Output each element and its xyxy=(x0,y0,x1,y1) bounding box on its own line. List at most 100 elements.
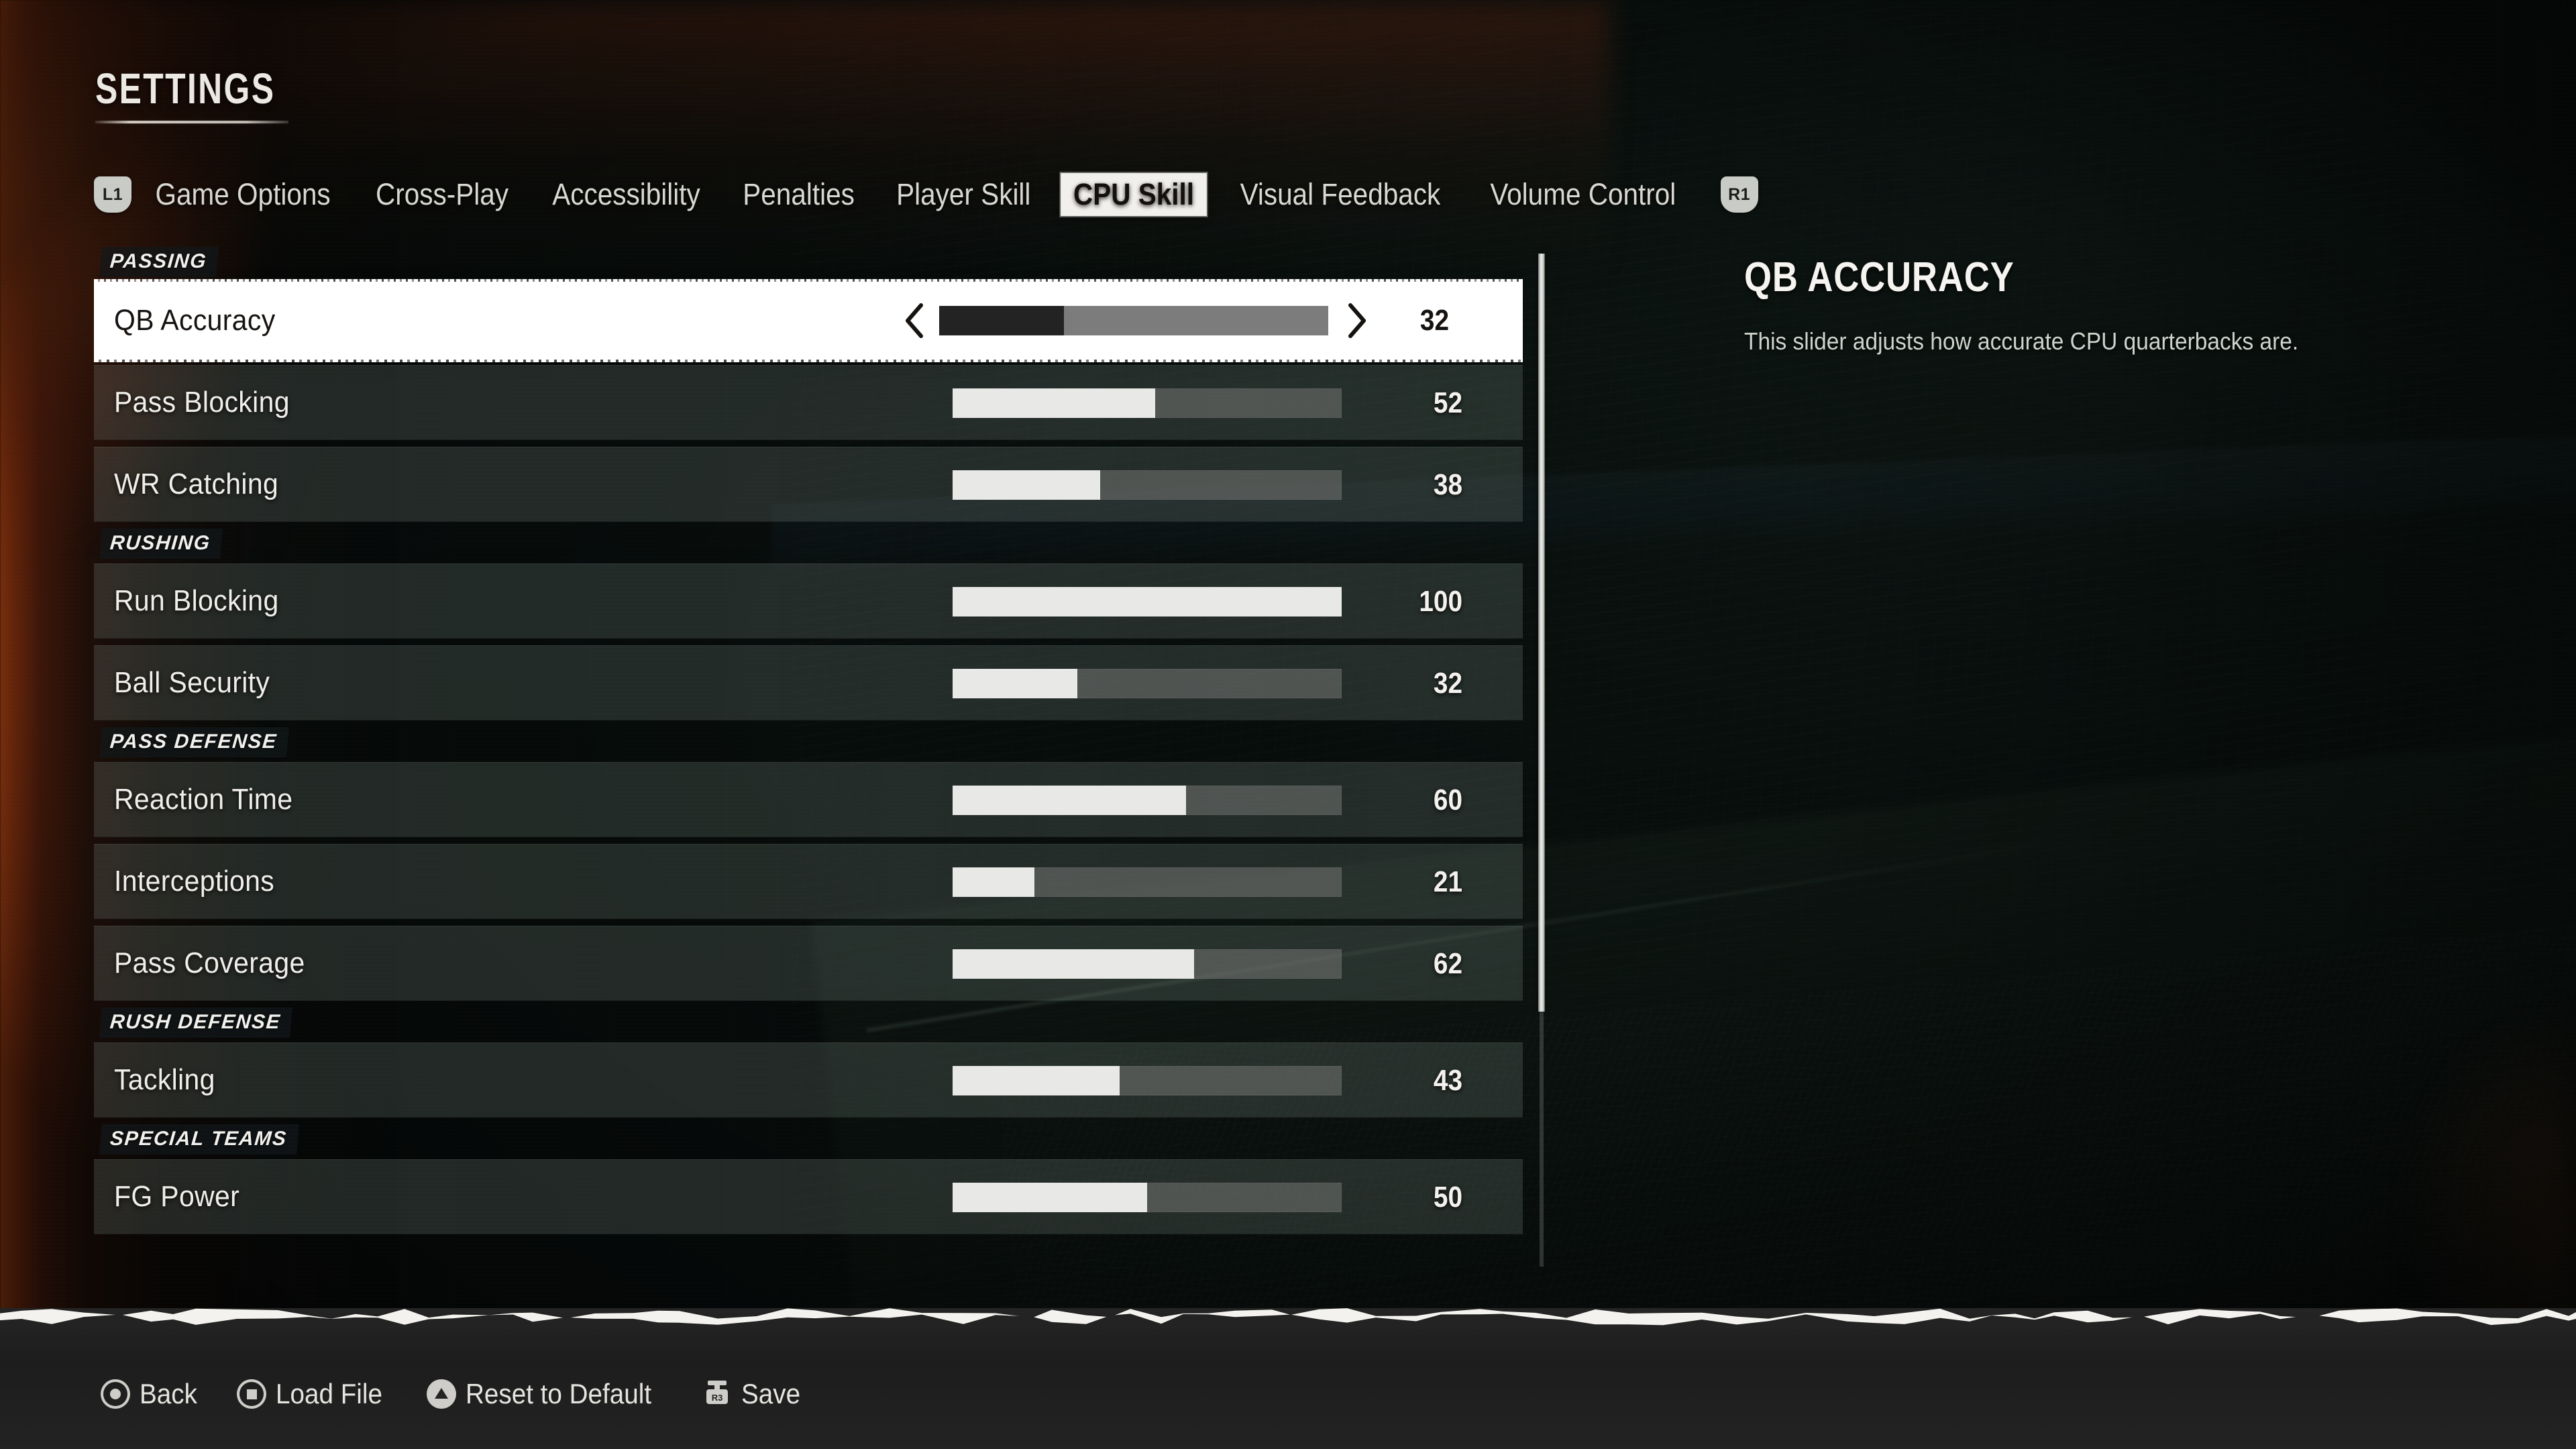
slider-track[interactable] xyxy=(953,470,1342,500)
section-header-special-teams: SPECIAL TEAMS xyxy=(99,1124,299,1155)
setting-label: Reaction Time xyxy=(114,783,293,816)
section-header-wrap: RUSH DEFENSE xyxy=(94,1008,1523,1042)
tab-game-options[interactable]: Game Options xyxy=(143,173,343,216)
slider-fill xyxy=(953,388,1155,418)
settings-list: PASSING QB Accuracy 32 Pass Blocking 52 WR Ca… xyxy=(94,247,1523,1267)
setting-row-qb-accuracy[interactable]: QB Accuracy 32 xyxy=(94,279,1523,362)
square-button-icon xyxy=(237,1379,266,1409)
slider-fill xyxy=(953,587,1342,616)
slider-control[interactable] xyxy=(953,646,1342,721)
svg-text:R3: R3 xyxy=(712,1393,723,1403)
increase-chevron-icon[interactable] xyxy=(1342,300,1373,341)
setting-value: 43 xyxy=(1433,1064,1462,1097)
section-header-wrap: PASS DEFENSE xyxy=(94,727,1523,762)
slider-fill xyxy=(939,306,1064,335)
setting-value: 50 xyxy=(1433,1181,1462,1214)
detail-panel: QB ACCURACY This slider adjusts how accu… xyxy=(1744,254,2516,358)
setting-value: 100 xyxy=(1419,585,1462,618)
action-label: Save xyxy=(741,1378,801,1409)
setting-row-reaction-time[interactable]: Reaction Time 60 xyxy=(94,762,1523,837)
setting-label: Pass Blocking xyxy=(114,386,290,419)
l1-bumper-icon[interactable]: L1 xyxy=(94,176,131,213)
slider-track[interactable] xyxy=(953,669,1342,698)
slider-track[interactable] xyxy=(953,786,1342,815)
action-back[interactable]: Back xyxy=(101,1378,202,1410)
slider-fill xyxy=(953,867,1034,897)
action-save[interactable]: R3 Save xyxy=(702,1378,806,1410)
slider-fill xyxy=(953,470,1101,500)
section-header-wrap: SPECIAL TEAMS xyxy=(94,1124,1523,1159)
action-label: Reset to Default xyxy=(466,1378,652,1409)
setting-row-interceptions[interactable]: Interceptions 21 xyxy=(94,844,1523,919)
setting-row-fg-power[interactable]: FG Power 50 xyxy=(94,1159,1523,1234)
slider-control[interactable] xyxy=(953,564,1342,639)
tab-player-skill[interactable]: Player Skill xyxy=(884,173,1044,216)
slider-track[interactable] xyxy=(953,1183,1342,1212)
section-header-wrap: PASSING xyxy=(94,247,1523,282)
decrease-chevron-icon[interactable] xyxy=(899,300,930,341)
settings-screen: SETTINGS L1 Game Options Cross-Play Access… xyxy=(0,0,2576,1449)
slider-control[interactable] xyxy=(953,845,1342,920)
settings-tab-bar: L1 Game Options Cross-Play Accessibility Pe… xyxy=(94,169,1758,220)
slider-track[interactable] xyxy=(953,949,1342,979)
action-label: Load File xyxy=(276,1378,383,1409)
slider-track[interactable] xyxy=(939,306,1328,335)
r3-stick-icon: R3 xyxy=(702,1379,732,1409)
tab-accessibility[interactable]: Accessibility xyxy=(540,173,713,216)
tab-cpu-skill[interactable]: CPU Skill xyxy=(1061,173,1207,216)
slider-control[interactable] xyxy=(953,926,1342,1002)
slider-fill xyxy=(953,1183,1147,1212)
action-reset-to-default[interactable]: Reset to Default xyxy=(427,1378,667,1410)
setting-row-pass-coverage[interactable]: Pass Coverage 62 xyxy=(94,926,1523,1001)
slider-control[interactable] xyxy=(953,447,1342,523)
section-header-wrap: RUSHING xyxy=(94,529,1523,564)
setting-label: Run Blocking xyxy=(114,584,279,617)
page-title: SETTINGS xyxy=(95,64,276,113)
action-load-file[interactable]: Load File xyxy=(237,1378,392,1410)
slider-fill xyxy=(953,669,1077,698)
slider-control[interactable] xyxy=(953,366,1342,441)
setting-value: 21 xyxy=(1433,865,1462,898)
slider-fill xyxy=(953,1066,1120,1095)
setting-value: 52 xyxy=(1433,386,1462,419)
setting-label: Tackling xyxy=(114,1063,215,1096)
circle-button-icon xyxy=(101,1379,130,1409)
tab-penalties[interactable]: Penalties xyxy=(731,173,867,216)
r1-bumper-icon[interactable]: R1 xyxy=(1720,176,1758,213)
setting-value: 32 xyxy=(1433,667,1462,700)
slider-fill xyxy=(953,786,1186,815)
tab-cross-play[interactable]: Cross-Play xyxy=(363,173,521,216)
slider-control[interactable] xyxy=(899,282,1373,360)
tab-visual-feedback[interactable]: Visual Feedback xyxy=(1228,173,1453,216)
section-header-rushing: RUSHING xyxy=(99,529,223,559)
scrollbar-thumb[interactable] xyxy=(1538,254,1545,1012)
action-label: Back xyxy=(140,1378,197,1409)
setting-label: FG Power xyxy=(114,1180,240,1213)
tab-volume-control[interactable]: Volume Control xyxy=(1477,173,1688,216)
slider-control[interactable] xyxy=(953,1160,1342,1235)
setting-label: Pass Coverage xyxy=(114,947,305,979)
section-header-pass-defense: PASS DEFENSE xyxy=(99,727,289,757)
section-header-passing: PASSING xyxy=(99,247,219,277)
slider-control[interactable] xyxy=(953,1043,1342,1118)
setting-row-ball-security[interactable]: Ball Security 32 xyxy=(94,645,1523,720)
setting-row-tackling[interactable]: Tackling 43 xyxy=(94,1042,1523,1118)
detail-description: This slider adjusts how accurate CPU qua… xyxy=(1744,327,2299,355)
setting-row-run-blocking[interactable]: Run Blocking 100 xyxy=(94,564,1523,639)
setting-row-wr-catching[interactable]: WR Catching 38 xyxy=(94,447,1523,522)
setting-row-pass-blocking[interactable]: Pass Blocking 52 xyxy=(94,365,1523,440)
setting-value: 62 xyxy=(1433,947,1462,980)
slider-track[interactable] xyxy=(953,1066,1342,1095)
slider-fill xyxy=(953,949,1194,979)
slider-control[interactable] xyxy=(953,763,1342,838)
setting-label: WR Catching xyxy=(114,468,279,500)
setting-label: Ball Security xyxy=(114,666,270,699)
setting-value: 60 xyxy=(1433,784,1462,816)
slider-track[interactable] xyxy=(953,587,1342,616)
slider-track[interactable] xyxy=(953,867,1342,897)
slider-track[interactable] xyxy=(953,388,1342,418)
detail-title: QB ACCURACY xyxy=(1744,254,2015,301)
setting-value: 32 xyxy=(1419,304,1449,337)
torn-edge-bottom xyxy=(94,357,1523,362)
section-header-rush-defense: RUSH DEFENSE xyxy=(99,1008,293,1038)
